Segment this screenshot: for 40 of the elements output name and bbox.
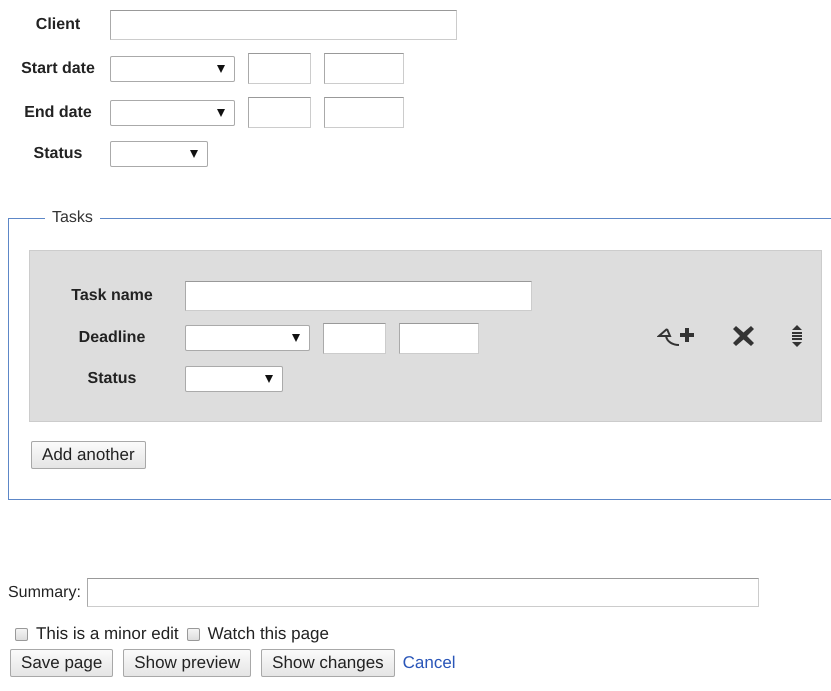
day-field[interactable] xyxy=(323,322,386,354)
select-field[interactable] xyxy=(110,141,208,167)
form-button[interactable]: Save page xyxy=(10,649,114,677)
field-label: Status xyxy=(86,370,138,388)
year-field[interactable] xyxy=(399,322,479,354)
delete-icon[interactable] xyxy=(732,325,755,347)
select-field[interactable] xyxy=(110,56,235,82)
summary-label: Summary: xyxy=(8,584,81,602)
checkbox[interactable] xyxy=(186,628,200,640)
caret-icon xyxy=(217,64,225,72)
text-field[interactable] xyxy=(110,10,457,40)
form-button[interactable]: Show preview xyxy=(123,649,252,677)
select-field[interactable] xyxy=(110,100,235,126)
field-label: Deadline xyxy=(78,329,146,347)
field-label: Start date xyxy=(20,60,96,78)
day-field[interactable] xyxy=(248,97,311,128)
checkbox[interactable] xyxy=(15,628,28,640)
add-another-button[interactable]: Add another xyxy=(31,441,146,469)
text-field[interactable] xyxy=(185,280,532,310)
checkbox-label: This is a minor edit xyxy=(36,624,179,644)
fieldset-legend: Tasks xyxy=(45,209,100,227)
caret-icon xyxy=(217,108,225,116)
select-field[interactable] xyxy=(185,366,283,392)
select-field[interactable] xyxy=(185,325,310,351)
cancel-link[interactable]: Cancel xyxy=(402,653,456,673)
year-field[interactable] xyxy=(324,53,404,84)
year-field[interactable] xyxy=(324,97,404,128)
summary-field[interactable] xyxy=(86,578,759,607)
checkbox-label: Watch this page xyxy=(208,624,329,644)
caret-icon xyxy=(190,150,198,158)
form-button[interactable]: Show changes xyxy=(261,649,395,677)
day-field[interactable] xyxy=(248,53,311,84)
arrow-plus-icon[interactable] xyxy=(657,325,695,347)
field-label: Status xyxy=(32,145,84,163)
field-label: End date xyxy=(23,104,93,122)
field-label: Client xyxy=(34,16,82,34)
caret-icon xyxy=(292,334,300,342)
reorder-icon[interactable] xyxy=(791,325,803,347)
caret-icon xyxy=(265,374,273,382)
field-label: Task name xyxy=(70,286,154,304)
